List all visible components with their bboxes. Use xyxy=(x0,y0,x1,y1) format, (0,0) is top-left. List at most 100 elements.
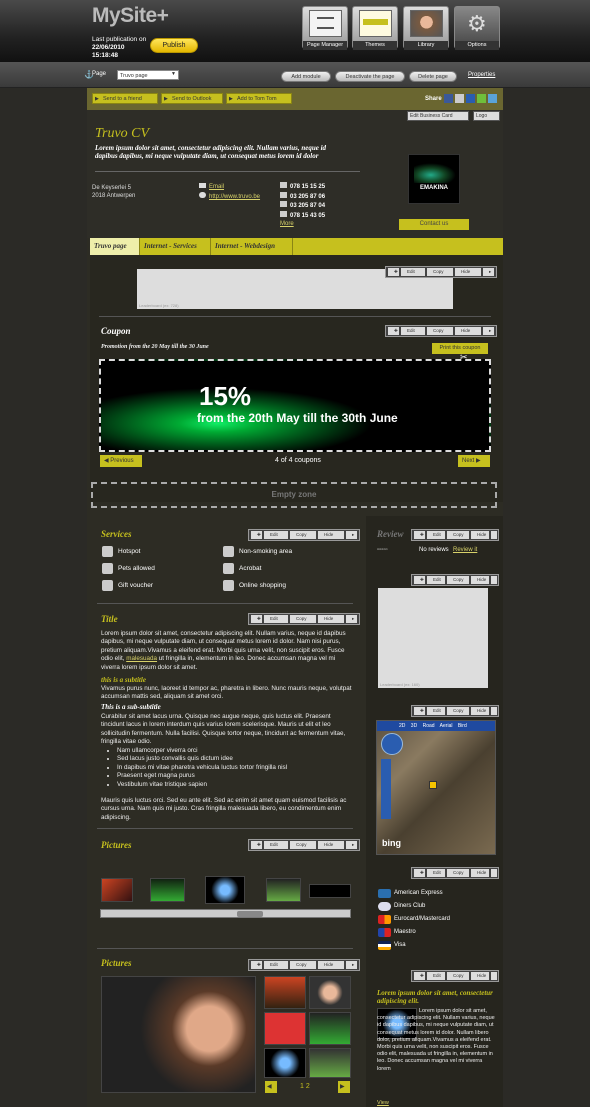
more-button[interactable]: ▸ xyxy=(483,268,494,276)
move-button[interactable]: ✚ xyxy=(414,707,425,715)
website-link[interactable]: http://www.truvo.be xyxy=(209,194,260,200)
edit-button[interactable]: Edit xyxy=(427,576,445,584)
edit-button[interactable]: Edit xyxy=(427,869,445,877)
review-it-link[interactable]: Review it xyxy=(453,547,477,553)
more-button[interactable]: ▸ xyxy=(346,841,357,849)
hide-button[interactable]: Hide xyxy=(471,531,489,539)
more-button[interactable]: ▸ xyxy=(346,961,357,969)
deactivate-page-button[interactable]: Deactivate the page xyxy=(335,71,405,82)
publish-button[interactable]: Publish xyxy=(150,38,198,53)
send-friend-button[interactable]: Send to a friend xyxy=(92,93,158,105)
more-link[interactable]: More xyxy=(280,220,325,229)
hide-button[interactable]: Hide xyxy=(471,972,489,980)
copy-button[interactable]: Copy xyxy=(290,841,316,849)
copy-button[interactable]: Copy xyxy=(427,327,453,335)
page-select[interactable]: Truvo page xyxy=(117,70,179,80)
hide-button[interactable]: Hide xyxy=(471,869,489,877)
properties-link[interactable]: Properties xyxy=(468,72,495,78)
bookmark-icon[interactable] xyxy=(455,94,464,103)
more-button[interactable] xyxy=(491,869,497,877)
copy-button[interactable]: Copy xyxy=(290,961,316,969)
move-button[interactable]: ✚ xyxy=(414,576,425,584)
gallery-thumbnail[interactable] xyxy=(264,1048,306,1078)
tab-truvo-page[interactable]: Truvo page xyxy=(90,238,140,255)
gallery-main-image[interactable] xyxy=(101,976,256,1093)
map-view-toggle[interactable]: 2D 3D Road Aerial Bird xyxy=(377,721,495,731)
move-button[interactable]: ✚ xyxy=(251,961,262,969)
hide-button[interactable]: Hide xyxy=(318,961,344,969)
gallery-thumbnail[interactable] xyxy=(309,976,351,1009)
move-button[interactable]: ✚ xyxy=(388,268,399,276)
edit-button[interactable]: Edit xyxy=(427,972,445,980)
gallery-pager[interactable]: 1 2 xyxy=(300,1083,310,1090)
move-button[interactable]: ✚ xyxy=(251,531,262,539)
gallery-thumbnail[interactable] xyxy=(264,1012,306,1045)
email-link[interactable]: Email xyxy=(209,184,224,190)
gallery-thumbnail[interactable] xyxy=(264,976,306,1009)
more-button[interactable] xyxy=(491,531,497,539)
gallery-thumbnail[interactable] xyxy=(150,878,185,902)
facebook-icon[interactable] xyxy=(444,94,453,103)
move-button[interactable]: ✚ xyxy=(414,531,425,539)
map[interactable]: 2D 3D Road Aerial Bird bing xyxy=(376,720,496,855)
hide-button[interactable]: Hide xyxy=(318,531,344,539)
gallery-thumbnail[interactable] xyxy=(309,1012,351,1045)
gallery-prev-button[interactable]: ◀ xyxy=(265,1081,277,1093)
copy-button[interactable]: Copy xyxy=(447,576,469,584)
copy-button[interactable]: Copy xyxy=(447,972,469,980)
map-view-2d[interactable]: 2D xyxy=(399,723,405,729)
themes-button[interactable]: Themes xyxy=(352,6,398,50)
edit-button[interactable]: Edit xyxy=(427,531,445,539)
map-zoom-slider[interactable] xyxy=(381,759,391,819)
edit-button[interactable]: Edit xyxy=(264,961,288,969)
more-button[interactable]: ▸ xyxy=(346,615,357,623)
hide-button[interactable]: Hide xyxy=(318,615,344,623)
twitter-icon[interactable] xyxy=(488,94,497,103)
more-button[interactable]: ▸ xyxy=(346,531,357,539)
copy-button[interactable]: Copy xyxy=(427,268,453,276)
delicious-icon[interactable] xyxy=(466,94,475,103)
edit-button[interactable]: Edit xyxy=(264,531,288,539)
edit-button[interactable]: Edit xyxy=(427,707,445,715)
copy-button[interactable]: Copy xyxy=(290,531,316,539)
copy-button[interactable]: Copy xyxy=(290,615,316,623)
contact-us-button[interactable]: Contact us xyxy=(399,219,469,230)
edit-card-button[interactable]: Edit Business Card xyxy=(407,111,469,121)
delete-page-button[interactable]: Delete page xyxy=(409,71,457,82)
tab-internet-webdesign[interactable]: Internet - Webdesign xyxy=(211,238,293,255)
move-button[interactable]: ✚ xyxy=(388,327,399,335)
gallery-thumbnail[interactable] xyxy=(205,876,245,904)
map-view-bird[interactable]: Bird xyxy=(458,723,467,729)
gallery-next-button[interactable]: ▶ xyxy=(338,1081,350,1093)
move-button[interactable]: ✚ xyxy=(251,615,262,623)
map-view-3d[interactable]: 3D xyxy=(411,723,417,729)
map-view-road[interactable]: Road xyxy=(423,723,435,729)
add-module-button[interactable]: Add module xyxy=(281,71,331,82)
hide-button[interactable]: Hide xyxy=(455,327,481,335)
edit-button[interactable]: Edit xyxy=(401,327,425,335)
empty-zone[interactable]: Empty zone xyxy=(91,482,497,508)
move-button[interactable]: ✚ xyxy=(251,841,262,849)
gallery-thumbnail[interactable] xyxy=(309,884,351,898)
more-button[interactable]: ▸ xyxy=(483,327,494,335)
more-button[interactable] xyxy=(491,707,497,715)
move-button[interactable]: ✚ xyxy=(414,972,425,980)
gallery-scrollbar[interactable] xyxy=(100,909,351,918)
inline-link[interactable]: malesuada xyxy=(126,655,157,662)
digg-icon[interactable] xyxy=(477,94,486,103)
map-compass-icon[interactable] xyxy=(381,733,403,755)
send-outlook-button[interactable]: Send to Outlook xyxy=(161,93,223,105)
view-link[interactable]: View xyxy=(377,1100,389,1106)
hide-button[interactable]: Hide xyxy=(318,841,344,849)
edit-button[interactable]: Edit xyxy=(264,841,288,849)
edit-button[interactable]: Edit xyxy=(264,615,288,623)
map-view-aerial[interactable]: Aerial xyxy=(440,723,453,729)
gallery-thumbnail[interactable] xyxy=(266,878,301,902)
hide-button[interactable]: Hide xyxy=(471,576,489,584)
edit-button[interactable]: Edit xyxy=(401,268,425,276)
copy-button[interactable]: Copy xyxy=(447,707,469,715)
previous-button[interactable]: ◀ Previous xyxy=(100,455,142,467)
copy-button[interactable]: Copy xyxy=(447,531,469,539)
copy-button[interactable]: Copy xyxy=(447,869,469,877)
move-button[interactable]: ✚ xyxy=(414,869,425,877)
